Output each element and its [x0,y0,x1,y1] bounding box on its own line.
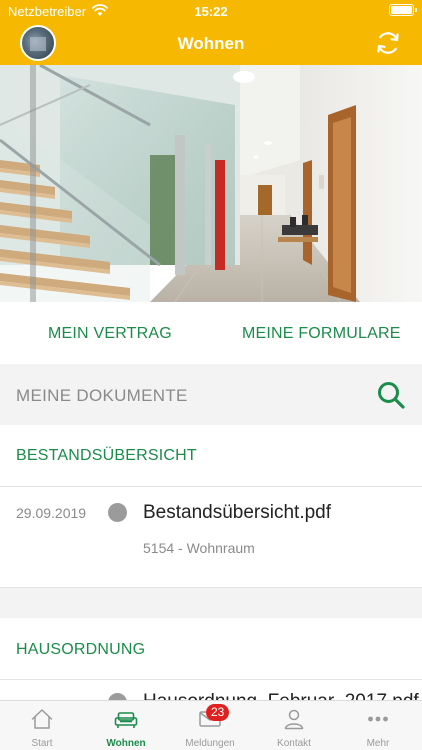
my-forms-link[interactable]: MEINE FORMULARE [242,325,401,343]
header-bar: Netzbetreiber 15:22 Wohnen [0,0,422,65]
document-name[interactable]: Bestandsübersicht.pdf [143,502,331,524]
section-label-hausordnung: HAUSORDNUNG [16,641,146,658]
tab-label: Kontakt [277,738,311,749]
document-name[interactable]: Hausordnung_Februar_2017.pdf [143,691,419,700]
hero-image [0,65,422,302]
documents-header: MEINE DOKUMENTE [0,364,422,425]
section-gap [0,588,422,618]
tab-bar: Start Wohnen 23 Meldungen Kontakt Mehr [0,700,422,750]
tab-label: Meldungen [185,738,235,749]
tab-label: Mehr [366,738,390,749]
battery-icon [389,4,417,16]
section-label-bestandsuebersicht: BESTANDSÜBERSICHT [16,447,197,464]
person-icon [284,709,304,730]
tab-start[interactable]: Start [0,701,84,750]
sofa-icon [114,712,138,728]
status-time: 15:22 [194,4,228,19]
refresh-icon[interactable] [374,29,402,57]
notification-badge: 23 [206,704,230,721]
search-icon[interactable] [376,380,406,410]
status-dot-icon [108,693,127,700]
tab-label: Start [31,738,53,749]
my-contract-link[interactable]: MEIN VERTRAG [48,325,172,343]
page-title: Wohnen [177,34,245,53]
tab-label: Wohnen [106,738,146,749]
tab-kontakt[interactable]: Kontakt [252,701,336,750]
documents-title: MEINE DOKUMENTE [16,386,188,405]
tab-meldungen[interactable]: 23 Meldungen [168,701,252,750]
status-dot-icon [108,503,127,522]
document-row[interactable]: Hausordnung_Februar_2017.pdf [0,680,422,700]
divider [0,486,422,487]
document-date: 29.09.2019 [16,505,87,521]
home-icon [31,709,53,729]
tab-wohnen[interactable]: Wohnen [84,701,168,750]
more-icon [368,716,388,722]
tab-mehr[interactable]: Mehr [336,701,420,750]
status-bar: Netzbetreiber 15:22 [0,0,422,22]
quick-links: MEIN VERTRAG MEINE FORMULARE [0,302,422,364]
document-subtitle: 5154 - Wohnraum [143,540,255,556]
